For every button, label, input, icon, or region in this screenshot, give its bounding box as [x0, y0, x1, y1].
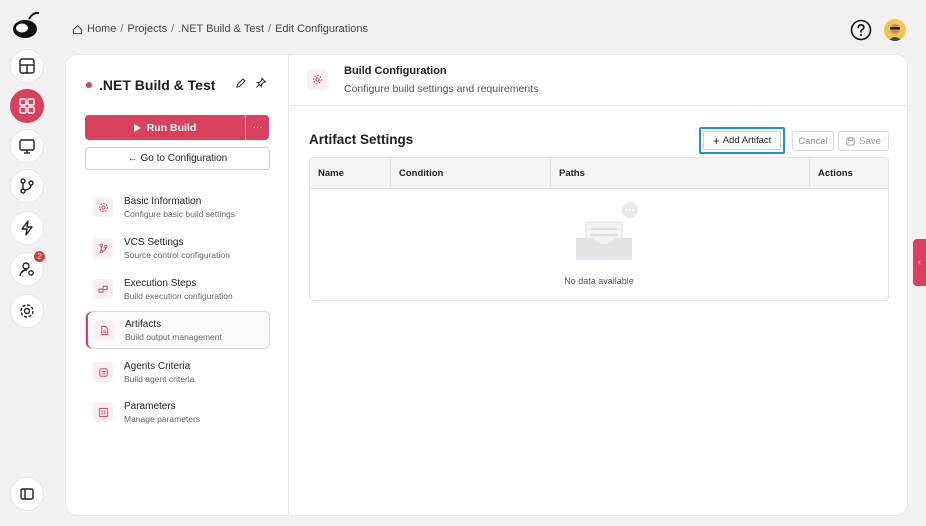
artifacts-table: Name Condition Paths Actions No data ava… [309, 157, 889, 301]
gear-icon [307, 69, 328, 90]
nav-label: Basic Information [124, 195, 202, 207]
nav-sub: Build agent criteria [124, 373, 195, 384]
projects-grid-icon[interactable] [10, 89, 44, 123]
settings-gear-icon[interactable] [10, 294, 44, 328]
cancel-button[interactable]: Cancel [792, 131, 834, 151]
branch-icon[interactable] [10, 169, 44, 203]
collapse-sidebar-icon[interactable] [10, 477, 44, 511]
breadcrumb-current: Edit Configurations [275, 23, 369, 35]
nav-sub: Manage parameters [124, 413, 201, 424]
monitor-icon[interactable] [10, 129, 44, 163]
column-header[interactable]: Name [310, 158, 391, 188]
table-header: Name Condition Paths Actions [310, 158, 888, 189]
config-sidebar: .NET Build & Test Run Build ··· ← Go to … [66, 55, 289, 515]
run-build-button[interactable]: Run Build ··· [85, 115, 269, 140]
nav-basic-information[interactable]: Basic Information Configure basic build … [85, 188, 270, 226]
edit-icon[interactable] [235, 77, 247, 89]
nav-execution-steps[interactable]: Execution Steps Build execution configur… [85, 270, 270, 308]
breadcrumb-projects[interactable]: Projects [127, 23, 167, 35]
run-options-button[interactable]: ··· [245, 115, 269, 140]
nav-label: Artifacts [125, 318, 162, 330]
project-title-text: .NET Build & Test [99, 77, 216, 93]
empty-state-text: No data available [564, 276, 634, 286]
add-artifact-label: Add Artifact [722, 135, 772, 146]
breadcrumb: Home / Projects / .NET Build & Test / Ed… [72, 23, 368, 35]
save-icon [846, 136, 855, 146]
nav-parameters[interactable]: Parameters Manage parameters [85, 393, 270, 431]
pin-icon[interactable] [255, 77, 267, 89]
column-header: Actions [818, 167, 853, 179]
nav-sub: Configure basic build settings [124, 208, 236, 219]
help-icon[interactable] [850, 19, 872, 41]
nav-sub: Source control configuration [124, 249, 230, 260]
breadcrumb-separator: / [171, 23, 175, 35]
artifact-settings-title: Artifact Settings [309, 132, 414, 147]
file-icon [94, 320, 114, 340]
project-title: .NET Build & Test [86, 77, 215, 93]
save-label: Save [859, 135, 881, 147]
breadcrumb-home[interactable]: Home [87, 23, 116, 35]
run-build-label: Run Build [146, 121, 197, 134]
user-avatar[interactable] [884, 19, 906, 41]
nav-agents-criteria[interactable]: Agents Criteria Build agent criteria [85, 353, 270, 391]
breadcrumb-separator: / [268, 23, 272, 35]
add-artifact-button[interactable]: + Add Artifact [699, 127, 785, 154]
side-panel-toggle[interactable]: ‹ [913, 239, 926, 286]
section-subtitle: Configure build settings and requirement… [344, 83, 539, 95]
lightning-icon[interactable] [10, 211, 44, 245]
agent-icon [93, 362, 113, 382]
nav-label: Agents Criteria [124, 360, 191, 372]
notification-badge: 2 [33, 250, 46, 263]
section-title: Build Configuration [344, 65, 447, 77]
breadcrumb-project[interactable]: .NET Build & Test [178, 23, 264, 35]
config-card: .NET Build & Test Run Build ··· ← Go to … [65, 54, 908, 516]
save-button[interactable]: Save [838, 131, 889, 151]
steps-icon [93, 279, 113, 299]
status-dot [86, 82, 92, 88]
nav-vcs-settings[interactable]: VCS Settings Source control configuratio… [85, 229, 270, 267]
sliders-icon [93, 402, 113, 422]
nav-label: Execution Steps [124, 277, 197, 289]
run-build-main[interactable]: Run Build [85, 115, 245, 140]
user-settings-icon[interactable]: 2 [10, 250, 46, 286]
empty-inbox-icon [576, 202, 638, 260]
plus-icon: + [712, 133, 720, 148]
breadcrumb-separator: / [120, 23, 124, 35]
play-icon [133, 123, 141, 132]
go-to-configuration-button[interactable]: ← Go to Configuration [85, 147, 270, 170]
nav-label: VCS Settings [124, 236, 184, 248]
nav-label: Parameters [124, 400, 176, 412]
dashboard-icon[interactable] [10, 49, 44, 83]
app-logo[interactable] [11, 10, 41, 40]
nav-artifacts[interactable]: Artifacts Build output management [85, 311, 270, 349]
column-header[interactable]: Paths [551, 158, 810, 188]
nav-sub: Build output management [125, 331, 222, 342]
gear-icon [93, 197, 113, 217]
nav-sub: Build execution configuration [124, 290, 233, 301]
home-icon [72, 24, 83, 34]
section-header: Build Configuration Configure build sett… [290, 55, 907, 106]
branch-icon [93, 238, 113, 258]
column-header[interactable]: Condition [391, 158, 551, 188]
app-rail: 2 [0, 0, 52, 526]
